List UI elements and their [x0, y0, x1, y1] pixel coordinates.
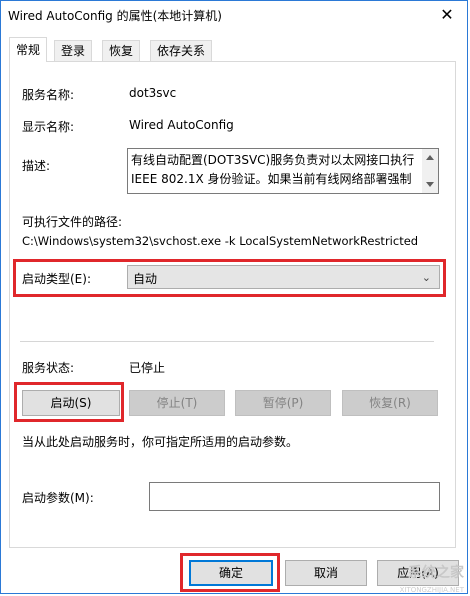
general-tab-panel [9, 61, 456, 548]
tab-label: 依存关系 [157, 44, 206, 58]
cancel-button[interactable]: 取消 [285, 560, 367, 586]
description-textbox[interactable]: 有线自动配置(DOT3SVC)服务负责对以太网接口执行 IEEE 802.1X … [127, 148, 439, 194]
window-title: Wired AutoConfig 的属性(本地计算机) [8, 9, 222, 23]
scroll-up-icon[interactable] [426, 155, 434, 160]
start-params-input[interactable] [149, 482, 440, 511]
startup-type-select[interactable]: 自动 ⌄ [127, 265, 440, 289]
status-label: 服务状态: [22, 361, 75, 375]
ok-button[interactable]: 确定 [189, 560, 273, 586]
service-name-value: dot3svc [129, 86, 177, 100]
display-name-value: Wired AutoConfig [129, 118, 234, 132]
service-name-label: 服务名称: [22, 88, 75, 102]
tab-label: 恢复 [109, 44, 134, 58]
path-label: 可执行文件的路径: [22, 215, 123, 229]
close-icon[interactable]: ✕ [424, 0, 470, 30]
description-text: 有线自动配置(DOT3SVC)服务负责对以太网接口执行 IEEE 802.1X … [131, 153, 415, 186]
description-label: 描述: [22, 159, 51, 173]
startup-type-label: 启动类型(E): [22, 272, 91, 286]
resume-button[interactable]: 恢复(R) [342, 390, 438, 416]
status-value: 已停止 [129, 361, 166, 375]
tab-general[interactable]: 常规 [9, 37, 48, 62]
watermark-sub: XITONGZHIJIA.NET [399, 586, 464, 594]
watermark: 系统之家 [408, 565, 464, 581]
start-params-hint: 当从此处启动服务时，你可指定所适用的启动参数。 [22, 435, 299, 449]
description-scrollbar[interactable] [422, 149, 438, 193]
tab-recovery[interactable]: 恢复 [102, 40, 141, 61]
startup-type-value: 自动 [133, 272, 158, 286]
pause-button[interactable]: 暂停(P) [235, 390, 331, 416]
tab-logon[interactable]: 登录 [54, 40, 93, 61]
scroll-down-icon[interactable] [426, 182, 434, 187]
display-name-label: 显示名称: [22, 120, 75, 134]
tab-label: 登录 [61, 44, 86, 58]
tab-dependencies[interactable]: 依存关系 [150, 40, 213, 61]
divider [20, 341, 434, 342]
stop-button[interactable]: 停止(T) [129, 390, 225, 416]
title-bar: Wired AutoConfig 的属性(本地计算机) ✕ [0, 0, 470, 30]
start-params-label: 启动参数(M): [22, 491, 94, 505]
tab-label: 常规 [16, 43, 41, 57]
chevron-down-icon: ⌄ [421, 271, 431, 284]
path-value: C:\Windows\system32\svchost.exe -k Local… [22, 234, 419, 248]
start-button[interactable]: 启动(S) [22, 390, 120, 416]
